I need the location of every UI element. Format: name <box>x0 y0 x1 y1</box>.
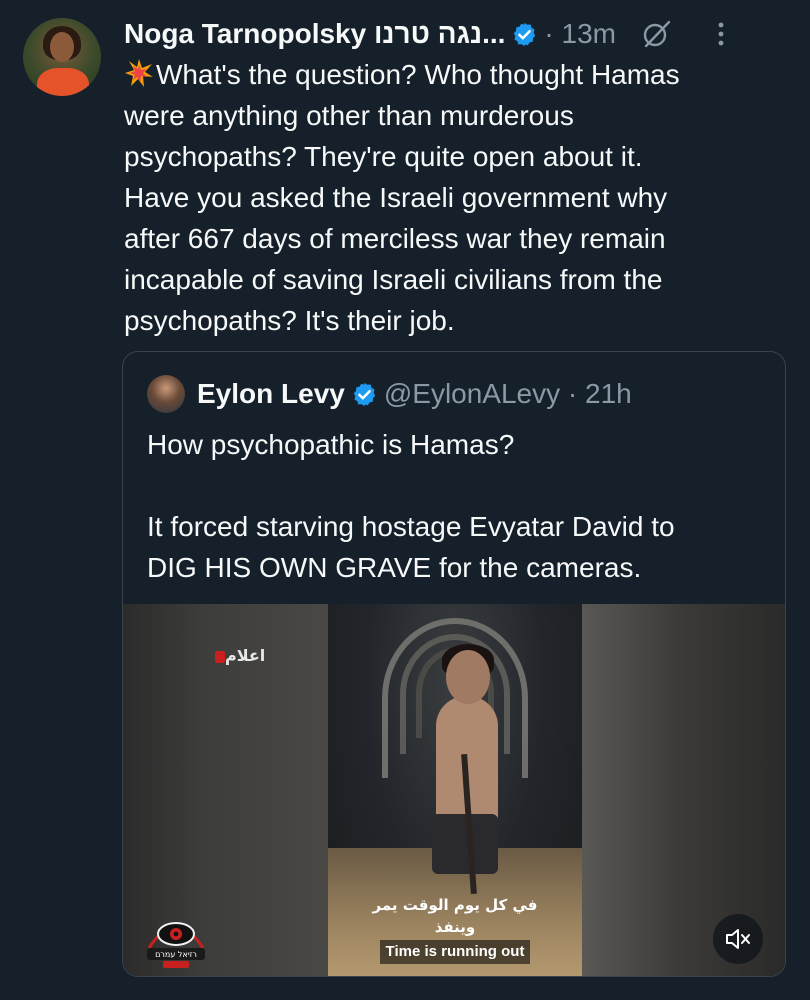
collision-emoji-icon <box>125 59 153 87</box>
channel-logo: רזיאל עמרם <box>147 922 205 968</box>
verified-badge-icon <box>353 382 376 406</box>
quoted-handle-timestamp[interactable]: @EylonALevy · 21h <box>384 378 632 410</box>
quoted-text-line-4: DIG HIS OWN GRAVE for the cameras. <box>147 552 642 583</box>
tweet-text-line-2: were anything other than murderous <box>124 100 574 131</box>
tweet-text-line-3: psychopaths? They're quite open about it… <box>124 141 643 172</box>
video-watermark: اعلام <box>211 646 265 665</box>
subtitle-arabic: في كل يوم الوقت يمر وينفذ <box>372 896 538 936</box>
tweet-text-line-1: What's the question? Who thought Hamas <box>156 59 680 90</box>
tweet-header: Noga Tarnopolsky נגה טרנו... · 13m <box>124 14 798 54</box>
video-subtitles: في كل يوم الوقت يمر وينفذ Time is runnin… <box>351 894 559 964</box>
author-name[interactable]: Noga Tarnopolsky נגה טרנו... <box>124 18 505 50</box>
channel-logo-text: רזיאל עמרם <box>155 950 197 959</box>
mute-icon <box>726 929 750 949</box>
quoted-text-line-1: How psychopathic is Hamas? <box>147 429 515 460</box>
tweet-text: What's the question? Who thought Hamas w… <box>124 54 784 341</box>
tweet-text-line-4: Have you asked the Israeli government wh… <box>124 182 668 213</box>
grok-icon[interactable] <box>642 19 672 49</box>
quoted-author-name[interactable]: Eylon Levy <box>197 378 345 410</box>
author-avatar[interactable] <box>23 18 101 96</box>
quoted-author-avatar[interactable] <box>147 375 185 413</box>
more-options-icon[interactable] <box>716 20 726 48</box>
quoted-tweet-text: How psychopathic is Hamas? It forced sta… <box>147 424 767 588</box>
video-media[interactable]: اعلام في كل يوم الوقت يمر وينفذ Time is … <box>123 604 785 976</box>
tweet-text-line-5: after 667 days of merciless war they rem… <box>124 223 666 254</box>
verified-badge-icon <box>514 22 536 46</box>
quoted-text-line-3: It forced starving hostage Evyatar David… <box>147 511 675 542</box>
subtitle-english: Time is running out <box>379 940 531 964</box>
quoted-tweet-header: Eylon Levy @EylonALevy · 21h <box>147 374 632 414</box>
tweet-text-line-6: incapable of saving Israeli civilians fr… <box>124 264 663 295</box>
mute-button[interactable] <box>713 914 763 964</box>
quoted-tweet[interactable]: Eylon Levy @EylonALevy · 21h How psychop… <box>122 351 786 977</box>
tweet-text-line-7: psychopaths? It's their job. <box>124 305 455 336</box>
tweet-timestamp[interactable]: · 13m <box>544 18 616 50</box>
